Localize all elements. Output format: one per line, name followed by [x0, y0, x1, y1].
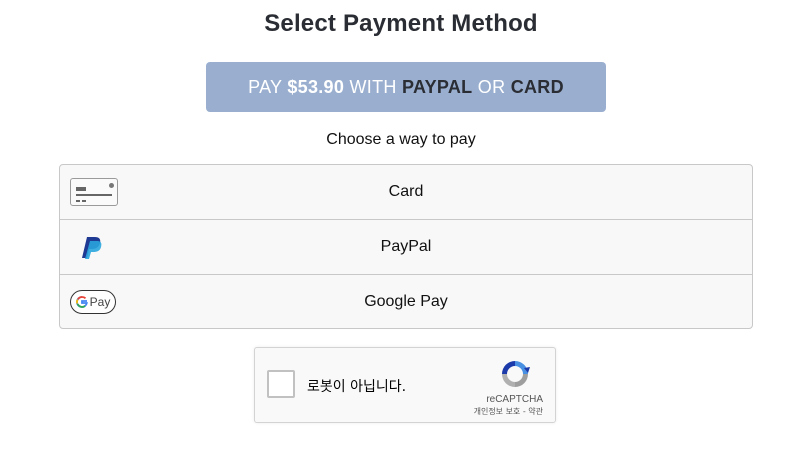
payment-methods-list: Card PayPal Pay Google Pay — [59, 164, 753, 329]
method-label: Google Pay — [364, 292, 448, 310]
method-card[interactable]: Card — [60, 165, 752, 220]
pay-prefix: PAY — [248, 76, 288, 97]
method-paypal[interactable]: PayPal — [60, 220, 752, 275]
pay-amount: $53.90 — [287, 76, 345, 97]
credit-card-icon — [70, 178, 118, 206]
page-title: Select Payment Method — [264, 10, 538, 37]
recaptcha-links[interactable]: 개인정보 보호 - 약관 — [474, 406, 543, 417]
pay-paypal: PAYPAL — [401, 76, 473, 97]
recaptcha-brand: reCAPTCHA — [486, 394, 543, 405]
gpay-icon-text: Pay — [89, 294, 111, 309]
method-google-pay[interactable]: Pay Google Pay — [60, 275, 752, 328]
recaptcha-label: 로봇이 아닙니다. — [307, 379, 407, 395]
recaptcha-checkbox[interactable] — [267, 370, 295, 398]
pay-card: CARD — [510, 76, 564, 97]
google-g-icon — [75, 295, 88, 308]
recaptcha-logo-icon — [502, 361, 530, 387]
paypal-icon — [82, 237, 102, 259]
pay-with: WITH — [344, 76, 402, 97]
pay-or: OR — [472, 76, 511, 97]
pay-button[interactable]: PAY $53.90 WITH PAYPAL OR CARD — [206, 62, 606, 112]
google-pay-icon: Pay — [70, 289, 116, 314]
method-label: Card — [388, 183, 424, 200]
choose-label: Choose a way to pay — [326, 131, 476, 148]
recaptcha-widget: 로봇이 아닙니다. reCAPTCHA 개인정보 보호 - 약관 — [254, 347, 556, 423]
method-label: PayPal — [380, 238, 432, 255]
